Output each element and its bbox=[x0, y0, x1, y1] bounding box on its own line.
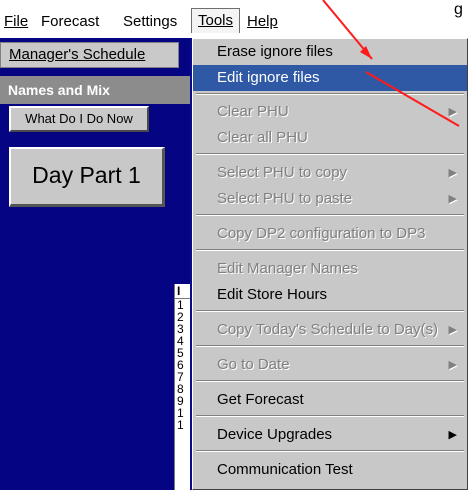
chevron-right-icon: ▶ bbox=[448, 106, 457, 118]
menu-item-erase-ignore-files[interactable]: Erase ignore files bbox=[193, 39, 467, 65]
menu-item-label: Get Forecast bbox=[217, 391, 304, 408]
menu-item-edit-manager-names[interactable]: Edit Manager Names bbox=[193, 256, 467, 282]
tab-managers-schedule-label: Manager's Schedule bbox=[9, 46, 146, 63]
menu-item-copy-dp2-configuration-to-dp3[interactable]: Copy DP2 configuration to DP3 bbox=[193, 221, 467, 247]
menu-item-communication-test[interactable]: Communication Test bbox=[193, 457, 467, 483]
menu-item-clear-phu[interactable]: Clear PHU ▶ bbox=[193, 99, 467, 125]
table-header: I bbox=[175, 284, 190, 299]
menu-separator bbox=[196, 345, 464, 347]
menu-file[interactable]: File bbox=[2, 10, 30, 34]
tab-managers-schedule[interactable]: Manager's Schedule bbox=[0, 42, 179, 68]
section-names-and-mix: Names and Mix bbox=[0, 76, 190, 104]
menu-separator bbox=[196, 153, 464, 155]
menu-item-edit-store-hours[interactable]: Edit Store Hours bbox=[193, 282, 467, 308]
chevron-right-icon: ▶ bbox=[448, 193, 457, 205]
section-names-and-mix-label: Names and Mix bbox=[8, 82, 110, 98]
menu-item-clear-all-phu[interactable]: Clear all PHU bbox=[193, 125, 467, 151]
menu-forecast[interactable]: Forecast bbox=[39, 10, 101, 34]
menu-item-label: Select PHU to paste bbox=[217, 190, 353, 207]
left-panel: Manager's Schedule Names and Mix What Do… bbox=[0, 38, 190, 490]
menu-item-label: Device Upgrades bbox=[217, 426, 333, 443]
menu-item-label: Edit Manager Names bbox=[217, 260, 358, 277]
chevron-right-icon: ▶ bbox=[448, 324, 457, 336]
chevron-right-icon: ▶ bbox=[448, 167, 457, 179]
menu-item-label: Erase ignore files bbox=[217, 43, 333, 60]
menu-item-label: Communication Test bbox=[217, 461, 353, 478]
menu-item-label: Edit Store Hours bbox=[217, 286, 328, 303]
day-part-1-button[interactable]: Day Part 1 bbox=[9, 147, 165, 207]
day-part-1-label: Day Part 1 bbox=[32, 162, 141, 188]
application-window: File Forecast Settings Tools Help Manage… bbox=[0, 0, 468, 490]
menu-item-copy-todays-schedule-to-days[interactable]: Copy Today's Schedule to Day(s) ▶ bbox=[193, 317, 467, 343]
menu-item-get-forecast[interactable]: Get Forecast bbox=[193, 387, 467, 413]
table-row: 1 bbox=[177, 418, 184, 432]
menu-item-label: Clear all PHU bbox=[217, 129, 308, 146]
menu-tools[interactable]: Tools bbox=[191, 8, 241, 33]
menu-item-label: Copy Today's Schedule to Day(s) bbox=[217, 321, 439, 338]
menu-tools-label: Tools bbox=[198, 12, 234, 29]
menu-item-go-to-date[interactable]: Go to Date ▶ bbox=[193, 352, 467, 378]
menu-settings-label: Settings bbox=[123, 13, 178, 30]
menu-item-label: Edit ignore files bbox=[217, 69, 320, 86]
menu-item-select-phu-to-paste[interactable]: Select PHU to paste ▶ bbox=[193, 186, 467, 212]
menu-settings[interactable]: Settings bbox=[121, 10, 179, 34]
menu-help-label: Help bbox=[247, 13, 278, 30]
what-do-i-do-now-button[interactable]: What Do I Do Now bbox=[9, 106, 149, 132]
menu-separator bbox=[196, 249, 464, 251]
menu-separator bbox=[196, 310, 464, 312]
menu-file-label: File bbox=[4, 13, 29, 30]
menu-item-label: Select PHU to copy bbox=[217, 164, 348, 181]
table-fragment: I 1 2 3 4 5 6 7 8 9 1 1 bbox=[174, 284, 190, 490]
tools-dropdown-menu: Erase ignore files Edit ignore files Cle… bbox=[192, 38, 468, 490]
menu-item-label: Copy DP2 configuration to DP3 bbox=[217, 225, 426, 242]
menu-bar: File Forecast Settings Tools Help bbox=[0, 0, 468, 39]
menu-item-label: Go to Date bbox=[217, 356, 290, 373]
menu-item-label: Clear PHU bbox=[217, 103, 289, 120]
menu-item-edit-ignore-files[interactable]: Edit ignore files bbox=[193, 65, 467, 91]
menu-separator bbox=[196, 380, 464, 382]
menu-separator bbox=[196, 450, 464, 452]
menu-help[interactable]: Help bbox=[245, 10, 280, 34]
menu-separator bbox=[196, 415, 464, 417]
chevron-right-icon: ▶ bbox=[448, 429, 457, 441]
menu-item-select-phu-to-copy[interactable]: Select PHU to copy ▶ bbox=[193, 160, 467, 186]
what-do-i-do-now-label: What Do I Do Now bbox=[25, 111, 133, 126]
menu-item-device-upgrades[interactable]: Device Upgrades ▶ bbox=[193, 422, 467, 448]
menu-separator bbox=[196, 214, 464, 216]
chevron-right-icon: ▶ bbox=[448, 359, 457, 371]
menu-separator bbox=[196, 93, 464, 95]
menu-forecast-label: Forecast bbox=[41, 13, 100, 30]
